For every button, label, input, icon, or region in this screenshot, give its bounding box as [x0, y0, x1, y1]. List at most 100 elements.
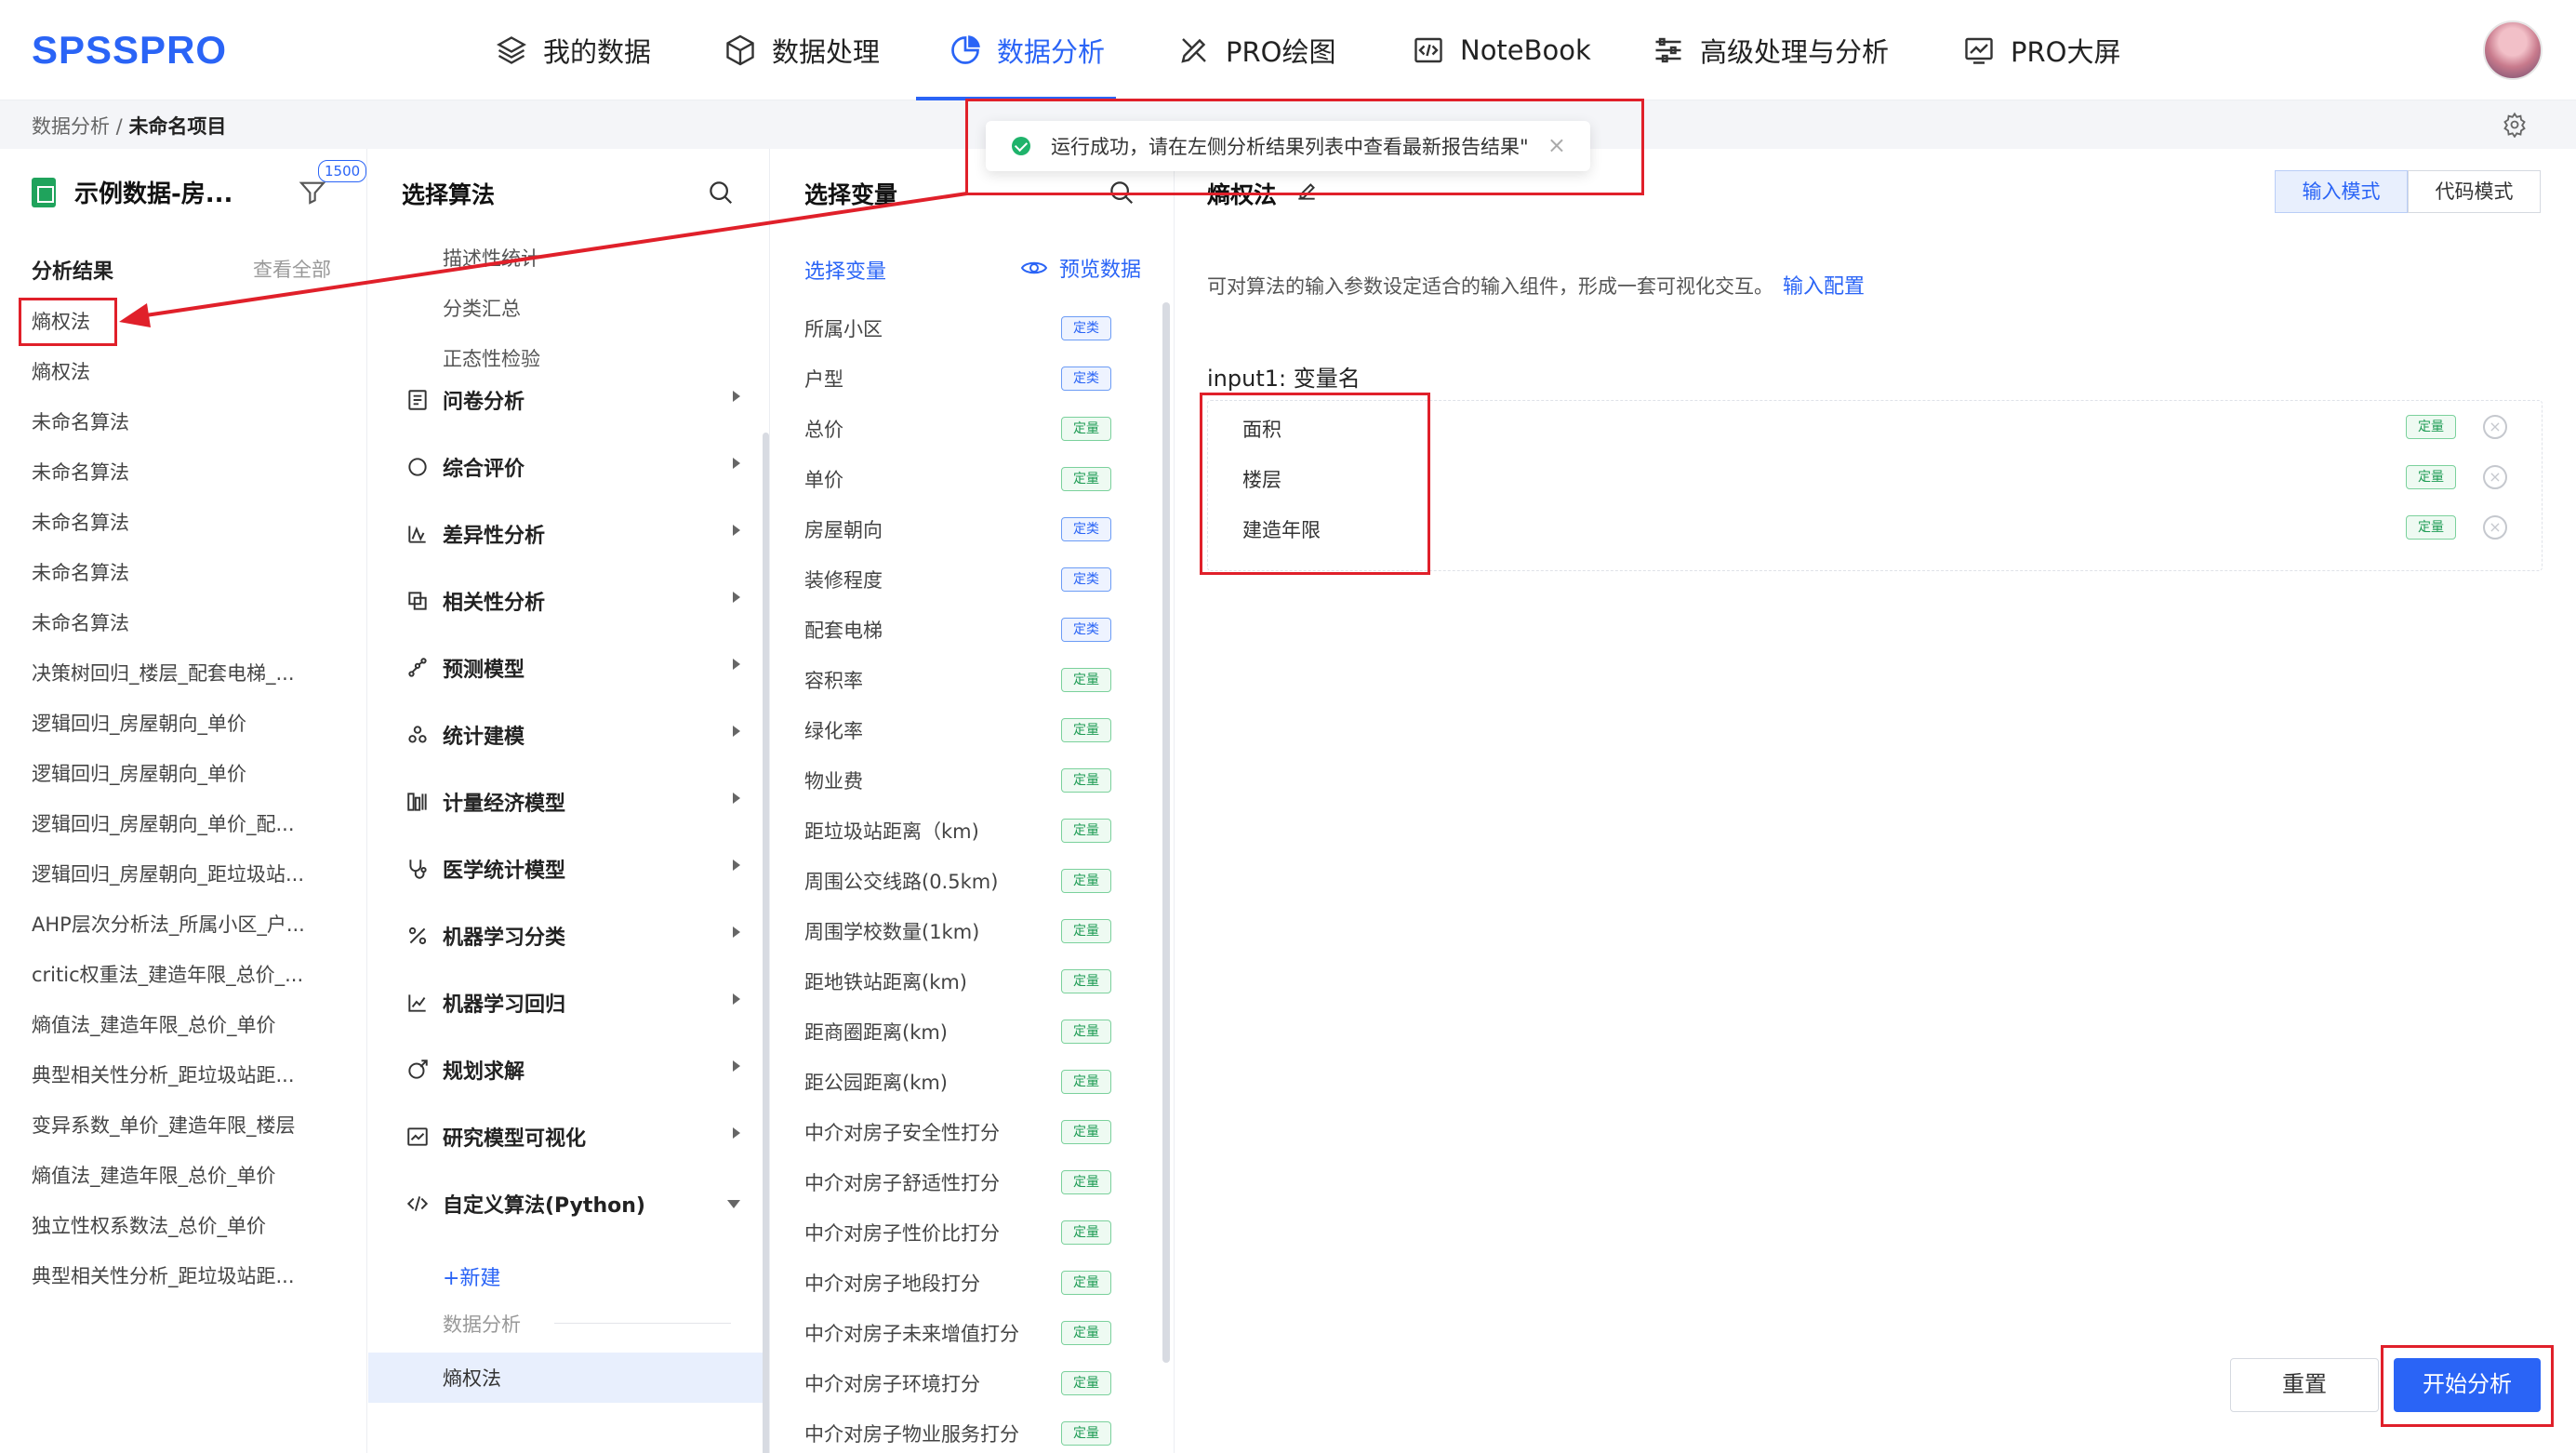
type-tag: 定量	[1061, 1170, 1111, 1194]
cube-icon	[726, 34, 754, 66]
prediction-icon	[408, 658, 427, 677]
chevron-down-icon	[727, 1200, 740, 1208]
category-econometrics[interactable]: 计量经济模型	[405, 783, 740, 820]
type-tag: 定量	[1061, 1421, 1111, 1446]
scrollbar[interactable]	[763, 433, 769, 1453]
type-tag: 定量	[1061, 869, 1111, 893]
nav-label: NoteBook	[1460, 34, 1591, 66]
regression-icon	[408, 994, 426, 1012]
result-item[interactable]: AHP层次分析法_所属小区_户...	[32, 910, 329, 938]
category-prediction[interactable]: 预测模型	[405, 649, 740, 687]
chat-icon	[408, 458, 427, 476]
category-label: 机器学习分类	[443, 926, 566, 950]
new-algorithm-link[interactable]: +新建	[443, 1261, 500, 1291]
result-item[interactable]: 变异系数_单价_建造年限_楼层	[32, 1111, 329, 1139]
dashboard-icon	[1965, 37, 1993, 64]
category-correlation[interactable]: 相关性分析	[405, 582, 740, 620]
result-item[interactable]: 熵值法_建造年限_总价_单价	[32, 1010, 329, 1038]
input-config-link[interactable]: 输入配置	[1783, 275, 1865, 299]
category-modeling[interactable]: 统计建模	[405, 716, 740, 753]
nav-my-data[interactable]: 我的数据	[495, 30, 651, 71]
visual-icon	[407, 1127, 428, 1146]
algorithm-panel-title: 选择算法	[402, 181, 496, 208]
nav-label: 高级处理与分析	[1700, 36, 1890, 68]
gear-icon[interactable]	[2502, 112, 2528, 138]
category-solver[interactable]: 规划求解	[405, 1051, 740, 1088]
type-tag: 定量	[1061, 919, 1111, 943]
config-description: 可对算法的输入参数设定适合的输入组件，形成一套可视化交互。 输入配置	[1207, 270, 1865, 300]
result-item[interactable]: 独立性权系数法_总价_单价	[32, 1211, 329, 1239]
type-tag: 定量	[1061, 819, 1111, 843]
type-tag: 定量	[1061, 467, 1111, 491]
remove-icon[interactable]: ×	[2483, 515, 2507, 540]
remove-icon[interactable]: ×	[2483, 415, 2507, 439]
result-item[interactable]: 逻辑回归_房屋朝向_距垃圾站...	[32, 860, 329, 887]
result-item[interactable]: 未命名算法	[32, 508, 329, 536]
tab-code-mode[interactable]: 代码模式	[2408, 170, 2541, 213]
result-item[interactable]: 未命名算法	[32, 558, 329, 586]
search-icon[interactable]	[707, 179, 735, 207]
algo-subitem[interactable]: 正态性检验	[443, 344, 540, 372]
result-item[interactable]: 未命名算法	[32, 407, 329, 435]
result-item[interactable]: 决策树回归_楼层_配套电梯_...	[32, 659, 329, 687]
layers-icon	[497, 36, 526, 64]
result-item[interactable]: 典型相关性分析_距垃圾站距...	[32, 1261, 329, 1289]
count-badge: 1500	[318, 160, 367, 182]
tab-select-variables[interactable]: 选择变量	[804, 255, 886, 285]
result-item[interactable]: 典型相关性分析_距垃圾站距...	[32, 1060, 329, 1088]
result-item[interactable]: 未命名算法	[32, 608, 329, 636]
nav-data-analysis[interactable]: 数据分析	[949, 30, 1105, 71]
nav-pro-dashboard[interactable]: PRO大屏	[1962, 30, 2120, 71]
dataset-selector[interactable]: 示例数据-房...	[32, 175, 232, 209]
reset-button[interactable]: 重置	[2230, 1358, 2379, 1412]
user-avatar[interactable]	[2483, 20, 2543, 80]
result-item[interactable]: critic权重法_建造年限_总价_...	[32, 960, 329, 988]
view-all-link[interactable]: 查看全部	[253, 255, 331, 283]
nav-label: PRO绘图	[1226, 36, 1336, 68]
type-tag: 定量	[2406, 465, 2456, 489]
algo-subitem[interactable]: 分类汇总	[443, 294, 521, 322]
difference-icon	[408, 526, 426, 543]
category-medical[interactable]: 医学统计模型	[405, 850, 740, 887]
econometrics-icon	[407, 793, 427, 811]
type-tag: 定类	[1061, 567, 1111, 592]
category-label: 预测模型	[443, 659, 525, 682]
nav-pro-drawing[interactable]: PRO绘图	[1177, 30, 1335, 71]
category-survey[interactable]: 问卷分析	[405, 381, 740, 419]
remove-icon[interactable]: ×	[2483, 465, 2507, 489]
description-text: 可对算法的输入参数设定适合的输入组件，形成一套可视化交互。	[1207, 275, 1773, 298]
result-item[interactable]: 逻辑回归_房屋朝向_单价	[32, 759, 329, 787]
type-tag: 定量	[1061, 1271, 1111, 1295]
type-tag: 定量	[1061, 718, 1111, 742]
preview-data-button[interactable]: 预览数据	[1020, 253, 1141, 283]
tab-input-mode[interactable]: 输入模式	[2275, 170, 2408, 213]
solver-icon	[408, 1060, 428, 1079]
scrollbar[interactable]	[1162, 302, 1170, 1363]
result-item[interactable]: 熵权法	[32, 357, 329, 385]
category-custom-python[interactable]: 自定义算法(Python)	[405, 1185, 740, 1222]
breadcrumb-parent[interactable]: 数据分析 /	[32, 115, 128, 138]
category-difference[interactable]: 差异性分析	[405, 515, 740, 553]
result-item[interactable]: 熵值法_建造年限_总价_单价	[32, 1161, 329, 1189]
category-label: 综合评价	[443, 458, 525, 481]
algorithm-selected[interactable]: 熵权法	[443, 1364, 501, 1392]
chevron-right-icon	[733, 525, 740, 536]
type-tag: 定量	[2406, 415, 2456, 439]
category-evaluation[interactable]: 综合评价	[405, 448, 740, 486]
category-label: 规划求解	[443, 1060, 525, 1084]
percent-icon	[408, 926, 427, 945]
algorithm-selected-row[interactable]	[368, 1353, 763, 1403]
result-item[interactable]: 逻辑回归_房屋朝向_单价_配...	[32, 809, 329, 837]
category-ml-classification[interactable]: 机器学习分类	[405, 917, 740, 954]
category-ml-regression[interactable]: 机器学习回归	[405, 984, 740, 1021]
category-visualization[interactable]: 研究模型可视化	[405, 1118, 740, 1155]
algo-subitem[interactable]: 描述性统计	[443, 244, 540, 272]
category-label: 机器学习回归	[443, 993, 566, 1017]
result-item[interactable]: 未命名算法	[32, 458, 329, 486]
nav-advanced[interactable]: 高级处理与分析	[1652, 30, 1889, 71]
nav-label: PRO大屏	[2011, 36, 2121, 68]
nav-notebook[interactable]: NoteBook	[1412, 30, 1591, 71]
result-item[interactable]: 逻辑回归_房屋朝向_单价	[32, 709, 329, 737]
app-logo[interactable]: SPSSPRO	[32, 28, 227, 73]
nav-data-processing[interactable]: 数据处理	[724, 30, 880, 71]
